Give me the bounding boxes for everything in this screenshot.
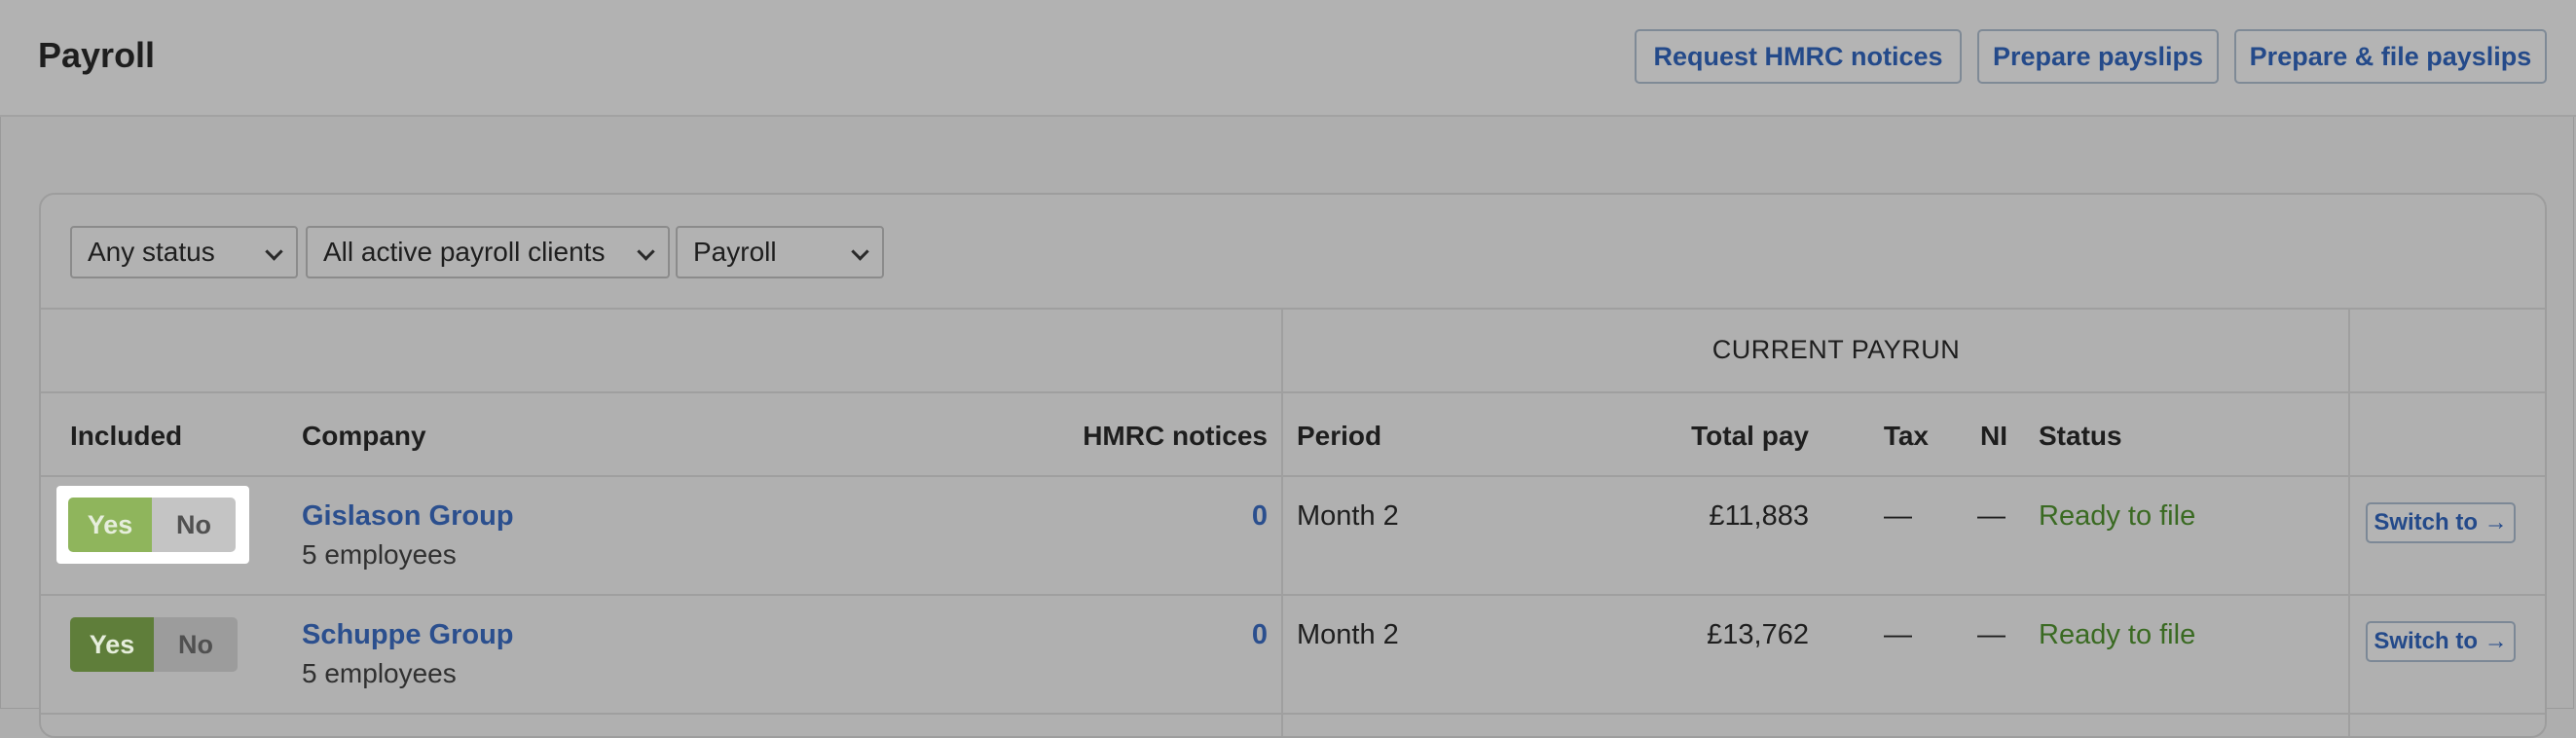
included-yes-option[interactable]: Yes xyxy=(70,617,154,672)
status-badge: Ready to file xyxy=(2039,500,2196,532)
table-row: Yes No Gislason Group 5 employees 0 Mont… xyxy=(41,477,2545,596)
company-link[interactable]: Gislason Group xyxy=(302,500,514,533)
period-column-header: Period xyxy=(1297,421,1382,451)
current-payrun-header: CURRENT PAYRUN xyxy=(1711,335,1961,364)
payroll-table-card: Any status All active payroll clients Pa… xyxy=(39,193,2547,738)
page-header: Payroll Request HMRC notices Prepare pay… xyxy=(0,0,2576,117)
included-toggle-focused[interactable]: Yes No xyxy=(68,498,236,552)
group-header-row: CURRENT PAYRUN xyxy=(41,310,2545,393)
tax-column-header: Tax xyxy=(1883,421,1929,451)
prepare-file-payslips-button[interactable]: Prepare & file payslips xyxy=(2234,29,2547,84)
employee-count: 5 employees xyxy=(302,658,457,688)
company-link[interactable]: Schuppe Group xyxy=(302,619,514,651)
type-filter-select[interactable]: Payroll xyxy=(676,226,884,278)
clients-filter-select[interactable]: All active payroll clients xyxy=(306,226,670,278)
chevron-down-icon xyxy=(851,242,869,261)
chevron-down-icon xyxy=(265,242,283,261)
type-filter-value: Payroll xyxy=(693,237,777,267)
ni-column-header: NI xyxy=(1980,421,2007,451)
total-pay-value: £11,883 xyxy=(1709,500,1809,532)
hmrc-notices-column-header: HMRC notices xyxy=(1083,421,1268,451)
hmrc-notices-count[interactable]: 0 xyxy=(1252,500,1268,533)
tax-value: — xyxy=(1884,500,1912,532)
hmrc-notices-count[interactable]: 0 xyxy=(1252,619,1268,651)
ni-value: — xyxy=(1977,619,2006,650)
table-row: Yes No Schuppe Group 5 employees 0 Month… xyxy=(41,596,2545,715)
included-no-option[interactable]: No xyxy=(154,617,238,672)
included-no-option[interactable]: No xyxy=(152,498,236,552)
status-badge: Ready to file xyxy=(2039,619,2196,650)
prepare-payslips-button[interactable]: Prepare payslips xyxy=(1977,29,2219,84)
employee-count: 5 employees xyxy=(302,539,457,570)
page-title: Payroll xyxy=(38,35,156,75)
switch-to-button[interactable]: Switch to → xyxy=(2366,621,2516,662)
request-hmrc-notices-button[interactable]: Request HMRC notices xyxy=(1635,29,1962,84)
status-column-header: Status xyxy=(2039,421,2122,451)
clients-filter-value: All active payroll clients xyxy=(323,237,606,267)
ni-value: — xyxy=(1977,500,2006,532)
chevron-down-icon xyxy=(637,242,655,261)
included-yes-option[interactable]: Yes xyxy=(68,498,152,552)
tax-value: — xyxy=(1884,619,1912,650)
company-column-header: Company xyxy=(302,421,426,451)
included-toggle[interactable]: Yes No xyxy=(70,617,238,672)
status-filter-select[interactable]: Any status xyxy=(70,226,298,278)
total-pay-column-header: Total pay xyxy=(1691,421,1809,451)
included-column-header: Included xyxy=(70,421,183,451)
switch-to-button[interactable]: Switch to → xyxy=(2366,502,2516,543)
filter-bar: Any status All active payroll clients Pa… xyxy=(41,195,2545,310)
column-header-row: Included Company HMRC notices Period Tot… xyxy=(41,393,2545,477)
period-value: Month 2 xyxy=(1297,619,1399,650)
total-pay-value: £13,762 xyxy=(1707,619,1809,650)
status-filter-value: Any status xyxy=(88,237,215,267)
period-value: Month 2 xyxy=(1297,500,1399,532)
